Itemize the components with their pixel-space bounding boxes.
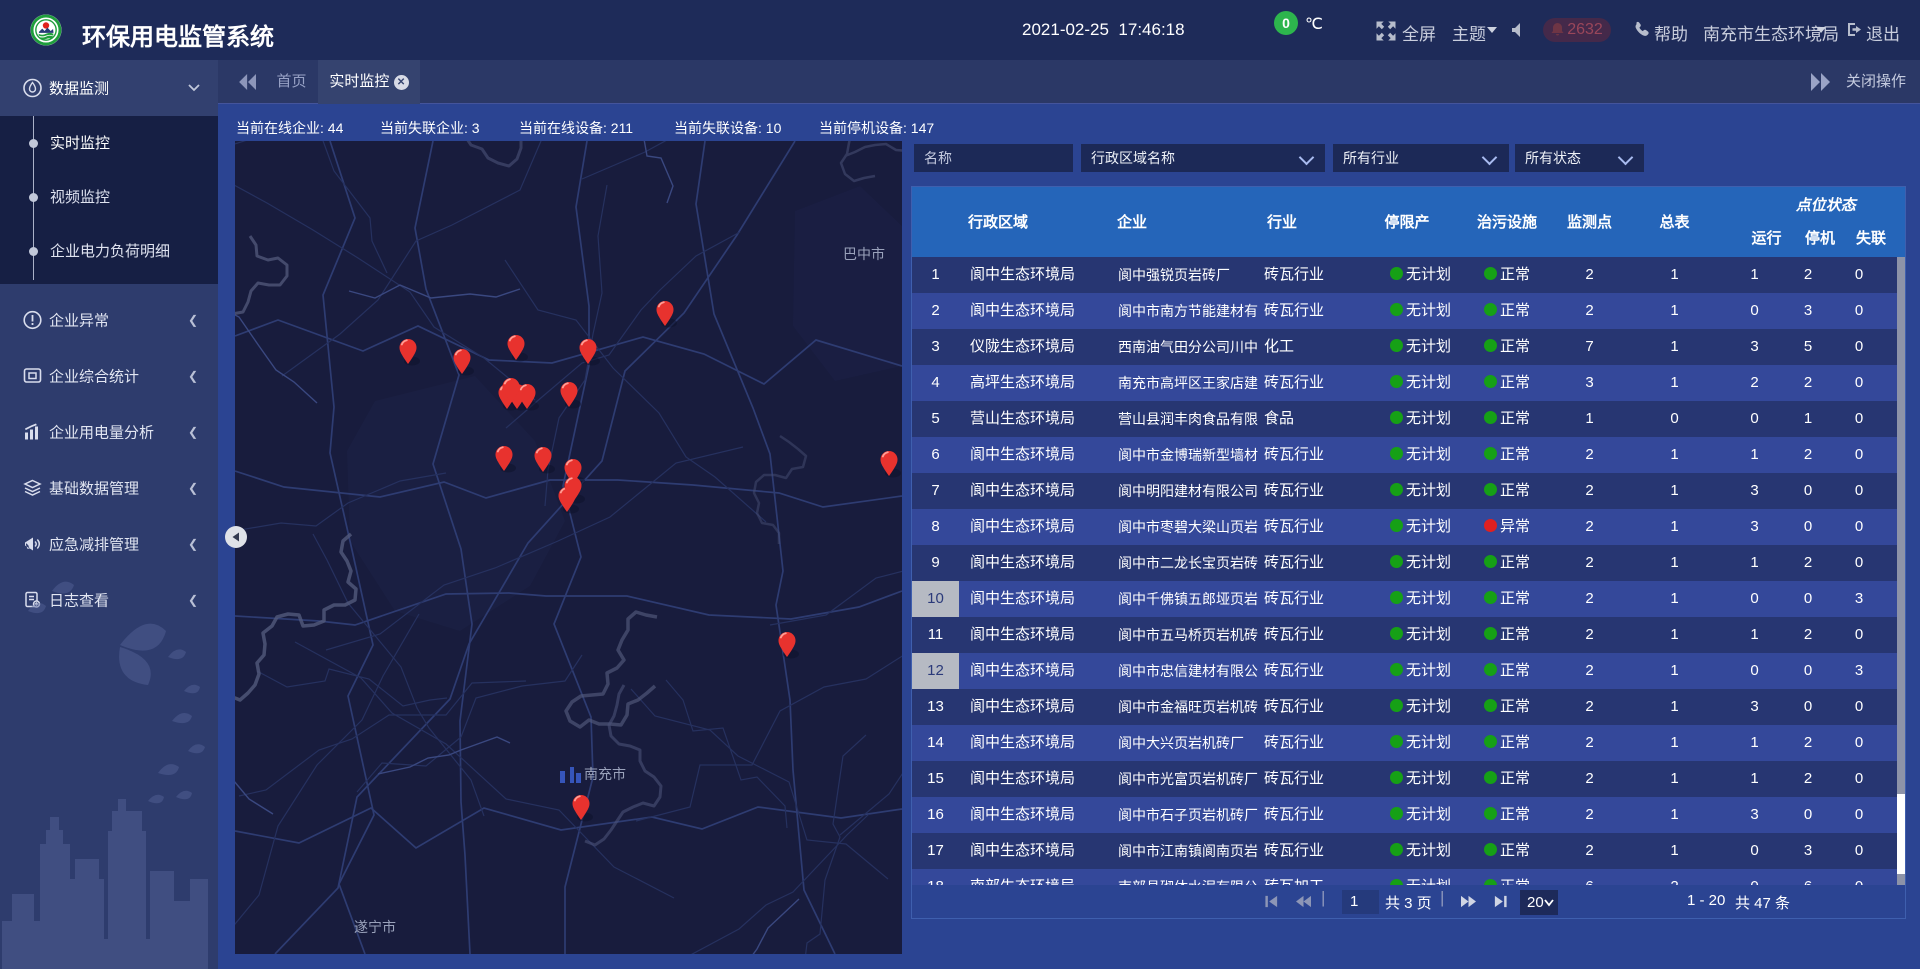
svg-text:遂宁市: 遂宁市: [354, 919, 396, 935]
svg-text:巴中市: 巴中市: [843, 246, 885, 262]
svg-text:南充市: 南充市: [584, 766, 626, 782]
